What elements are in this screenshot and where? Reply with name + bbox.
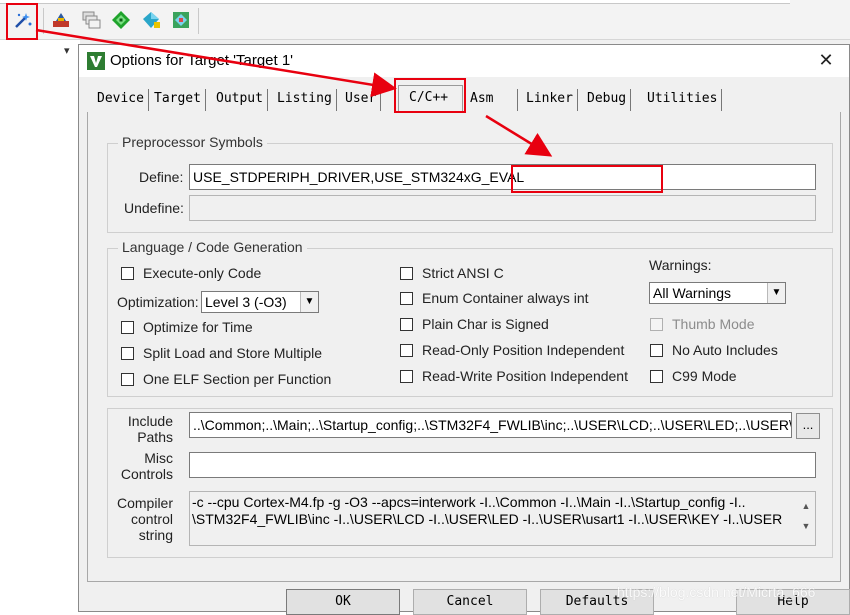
warnings-value: All Warnings xyxy=(653,285,732,301)
toolbar-separator xyxy=(43,8,44,34)
toolbar-separator xyxy=(198,8,199,34)
windows-icon[interactable] xyxy=(80,9,102,31)
misc-label-2: Controls xyxy=(120,466,173,482)
undefine-label: Undefine: xyxy=(124,200,184,216)
compiler-control-string[interactable]: -c --cpu Cortex-M4.fp -g -O3 --apcs=inte… xyxy=(189,491,816,546)
options-dialog: Options for Target 'Target 1' ✕ Device T… xyxy=(78,44,850,615)
tab-debug[interactable]: Debug xyxy=(583,89,632,111)
tab-asm[interactable]: Asm xyxy=(466,89,518,111)
multi-project-icon[interactable] xyxy=(170,9,192,31)
tab-target[interactable]: Target xyxy=(150,89,206,111)
c99-mode-label: C99 Mode xyxy=(672,368,737,384)
thumb-mode-label: Thumb Mode xyxy=(672,316,755,332)
dialog-titlebar: Options for Target 'Target 1' ✕ xyxy=(79,45,849,77)
dialog-title: Options for Target 'Target 1' xyxy=(110,52,294,69)
misc-label-1: Misc xyxy=(144,450,173,466)
execute-only-checkbox[interactable] xyxy=(121,267,134,280)
tab-user[interactable]: User xyxy=(341,89,382,111)
watermark: https://blog.csdn.net/Micrta_666 xyxy=(617,584,816,600)
ro-pi-label: Read-Only Position Independent xyxy=(422,342,625,358)
tab-utilities[interactable]: Utilities xyxy=(643,89,723,111)
enum-container-checkbox[interactable] xyxy=(400,292,413,305)
compiler-line-2: \STM32F4_FWLIB\inc -I..\USER\LCD -I..\US… xyxy=(192,511,783,527)
optimization-value: Level 3 (-O3) xyxy=(205,294,287,310)
chevron-down-icon: ▼ xyxy=(767,283,785,303)
scroll-down-icon[interactable]: ▼ xyxy=(799,516,813,536)
scroll-up-icon[interactable]: ▲ xyxy=(799,496,813,516)
chevron-down-icon: ▼ xyxy=(300,292,318,312)
include-label-2: Paths xyxy=(137,429,173,445)
compiler-label-3: string xyxy=(138,527,173,543)
tab-linker[interactable]: Linker xyxy=(522,89,578,111)
warnings-select[interactable]: All Warnings ▼ xyxy=(649,282,786,304)
pin-icon[interactable]: ▾ xyxy=(64,44,70,57)
close-button[interactable]: ✕ xyxy=(803,45,849,77)
optimization-select[interactable]: Level 3 (-O3) ▼ xyxy=(201,291,319,313)
preprocessor-title: Preprocessor Symbols xyxy=(118,134,267,150)
thumb-mode-checkbox[interactable] xyxy=(650,318,663,331)
one-elf-label: One ELF Section per Function xyxy=(143,371,332,387)
keil-app-icon xyxy=(87,52,105,70)
toolbar-top-strip xyxy=(0,0,790,4)
optimize-time-checkbox[interactable] xyxy=(121,321,134,334)
no-auto-includes-label: No Auto Includes xyxy=(672,342,778,358)
highlight-box-wand xyxy=(6,3,38,40)
optimize-time-label: Optimize for Time xyxy=(143,319,253,335)
tab-device[interactable]: Device xyxy=(93,89,149,111)
define-field[interactable]: USE_STDPERIPH_DRIVER,USE_STM324xG_EVAL xyxy=(189,164,816,190)
compiler-label-1: Compiler xyxy=(116,495,173,511)
include-browse-button[interactable]: ... xyxy=(796,413,820,439)
rw-pi-checkbox[interactable] xyxy=(400,370,413,383)
build-icon[interactable] xyxy=(50,9,72,31)
scroll-arrows[interactable]: ▲ ▼ xyxy=(799,496,813,536)
c99-mode-checkbox[interactable] xyxy=(650,370,663,383)
tab-output[interactable]: Output xyxy=(212,89,268,111)
define-label: Define: xyxy=(139,169,184,185)
one-elf-checkbox[interactable] xyxy=(121,373,134,386)
tab-listing[interactable]: Listing xyxy=(273,89,337,111)
highlight-box-tab xyxy=(394,78,466,113)
misc-controls-field[interactable] xyxy=(189,452,816,478)
split-load-checkbox[interactable] xyxy=(121,347,134,360)
plain-char-checkbox[interactable] xyxy=(400,318,413,331)
include-paths-field[interactable]: ..\Common;..\Main;..\Startup_config;..\S… xyxy=(189,412,792,438)
enum-container-label: Enum Container always int xyxy=(422,290,589,306)
cancel-button[interactable]: Cancel xyxy=(413,589,527,615)
pack-icon[interactable] xyxy=(110,9,132,31)
compiler-label-2: control xyxy=(130,511,173,527)
undefine-field[interactable] xyxy=(189,195,816,221)
warnings-label: Warnings: xyxy=(649,257,712,273)
include-label-1: Include xyxy=(127,413,173,429)
rw-pi-label: Read-Write Position Independent xyxy=(422,368,628,384)
ro-pi-checkbox[interactable] xyxy=(400,344,413,357)
highlight-box-define xyxy=(511,165,663,193)
ok-button[interactable]: OK xyxy=(286,589,400,615)
strict-ansi-label: Strict ANSI C xyxy=(422,265,504,281)
optimization-label: Optimization: xyxy=(117,294,199,310)
diamond-icon[interactable] xyxy=(140,9,162,31)
execute-only-label: Execute-only Code xyxy=(143,265,262,281)
plain-char-label: Plain Char is Signed xyxy=(422,316,549,332)
project-pane xyxy=(0,40,80,612)
no-auto-includes-checkbox[interactable] xyxy=(650,344,663,357)
split-load-label: Split Load and Store Multiple xyxy=(143,345,322,361)
strict-ansi-checkbox[interactable] xyxy=(400,267,413,280)
main-toolbar xyxy=(0,0,850,40)
compiler-line-1: -c --cpu Cortex-M4.fp -g -O3 --apcs=inte… xyxy=(192,494,746,510)
language-title: Language / Code Generation xyxy=(118,239,307,255)
